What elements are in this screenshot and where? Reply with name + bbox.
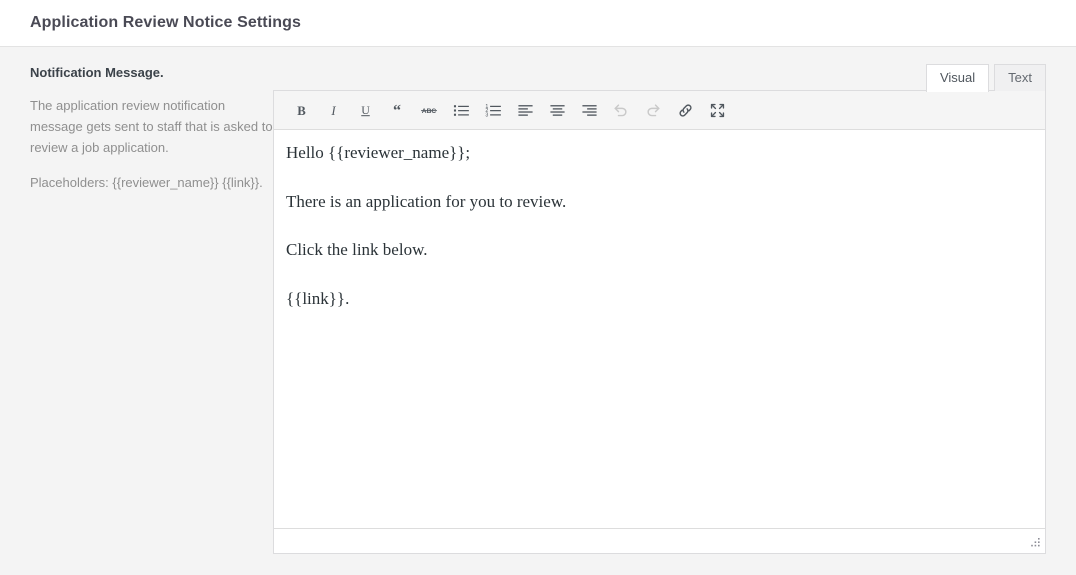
fullscreen-icon[interactable]: [701, 96, 733, 124]
blockquote-icon[interactable]: “: [381, 96, 413, 124]
field-help-text: The application review notification mess…: [30, 98, 273, 156]
align-center-icon[interactable]: [541, 96, 573, 124]
editor-paragraph: Click the link below.: [286, 240, 428, 259]
resize-handle-icon[interactable]: [1028, 536, 1042, 550]
svg-text:3: 3: [485, 112, 488, 118]
italic-icon[interactable]: I: [317, 96, 349, 124]
bulleted-list-icon[interactable]: [445, 96, 477, 124]
strikethrough-icon[interactable]: ABC: [413, 96, 445, 124]
numbered-list-icon[interactable]: 1 2 3: [477, 96, 509, 124]
editor-toolbar: B I U “ ABC 1 2 3: [274, 91, 1045, 130]
svg-text:B: B: [297, 103, 306, 117]
tab-text[interactable]: Text: [994, 64, 1046, 91]
undo-icon[interactable]: [605, 96, 637, 124]
align-right-icon[interactable]: [573, 96, 605, 124]
field-placeholders-text: Placeholders: {{reviewer_name}} {{link}}…: [30, 175, 263, 191]
link-icon[interactable]: [669, 96, 701, 124]
page-title: Application Review Notice Settings: [30, 14, 302, 31]
rich-text-editor: B I U “ ABC 1 2 3 Hello {{reviewer_name}…: [273, 90, 1046, 554]
settings-body: Notification Message. The application re…: [0, 47, 1076, 554]
field-description-column: Notification Message. The application re…: [0, 64, 273, 554]
editor-content-area[interactable]: Hello {{reviewer_name}}; There is an app…: [274, 130, 1045, 528]
editor-statusbar: [274, 528, 1045, 553]
align-left-icon[interactable]: [509, 96, 541, 124]
editor-paragraph: Hello {{reviewer_name}};: [286, 143, 471, 162]
editor-column: Visual Text B I U “ ABC 1 2 3 Hello {{re…: [273, 64, 1076, 554]
page-header: Application Review Notice Settings: [0, 0, 1076, 47]
underline-icon[interactable]: U: [349, 96, 381, 124]
svg-text:I: I: [330, 103, 336, 117]
tab-visual[interactable]: Visual: [925, 64, 990, 92]
redo-icon[interactable]: [637, 96, 669, 124]
editor-paragraph: {{link}}.: [286, 288, 350, 308]
bold-icon[interactable]: B: [285, 96, 317, 124]
svg-text:“: “: [393, 101, 401, 119]
editor-paragraph: There is an application for you to revie…: [286, 191, 567, 211]
svg-text:U: U: [361, 102, 370, 116]
editor-mode-tabs: Visual Text: [273, 64, 1046, 92]
svg-text:ABC: ABC: [422, 108, 437, 115]
field-label: Notification Message.: [30, 65, 164, 80]
